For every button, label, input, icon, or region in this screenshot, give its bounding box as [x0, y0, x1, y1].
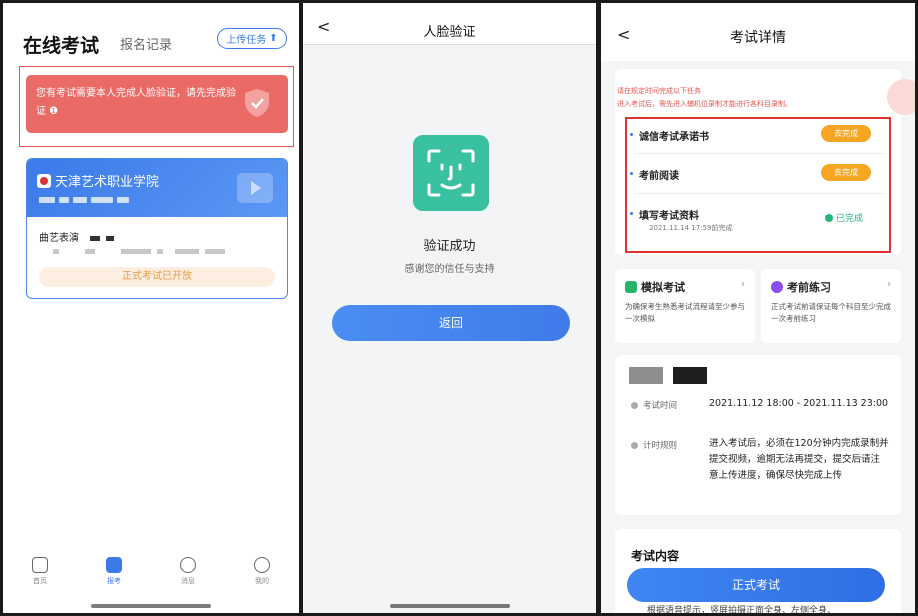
- tab-registration-records[interactable]: 报名记录: [120, 34, 172, 53]
- tab-profile-label: 我的: [255, 577, 269, 585]
- profile-icon: [254, 557, 270, 573]
- shield-icon: [245, 89, 269, 117]
- task-notice: 请在规定时间完成以下任务 进入考试后，需先进入辅机位录制才能进行各科目录制。: [617, 85, 792, 111]
- mock-exam-desc: 为确保考生熟悉考试流程请至少参与一次模拟: [625, 302, 745, 323]
- home-icon: [32, 557, 48, 573]
- thank-you-text: 感谢您的信任与支持: [404, 264, 495, 275]
- success-text: 验证成功: [423, 239, 476, 254]
- return-button[interactable]: 返回: [332, 305, 570, 341]
- timing-rule-value: 进入考试后，必须在120分钟内完成录制并提交视频，逾期无法再提交，提交后请注意上…: [709, 438, 889, 481]
- info-icon: [631, 441, 638, 449]
- exam-info-card: 考试时间 2021.11.12 18:00 - 2021.11.13 23:00…: [615, 355, 901, 515]
- play-icon: [237, 173, 273, 203]
- exam-detail-screen: < 考试详情 请在规定时间完成以下任务 进入考试后，需先进入辅机位录制才能进行各…: [601, 3, 915, 613]
- upload-task-label: 上传任务: [226, 35, 267, 46]
- home-indicator: [91, 604, 211, 608]
- start-exam-button[interactable]: 正式考试: [627, 568, 885, 602]
- upload-task-button[interactable]: 上传任务 ⬆: [217, 28, 287, 49]
- tab-profile[interactable]: 我的: [242, 557, 282, 599]
- face-verify-alert[interactable]: 您有考试需要本人完成人脸验证，请先完成验证 ❶: [26, 75, 288, 133]
- instruction-text: 根据语音提示，竖屏拍摄正面全身、左侧全身、: [647, 606, 837, 613]
- practice-icon: [771, 281, 783, 293]
- header: < 人脸验证: [303, 3, 596, 45]
- tab-home[interactable]: 首页: [20, 557, 60, 599]
- timing-rule-label: 计时规则: [631, 439, 677, 451]
- message-icon: [180, 557, 196, 573]
- clock-icon: [631, 401, 638, 409]
- tab-messages-label: 消息: [181, 577, 195, 585]
- page-title: 考试详情: [730, 30, 786, 46]
- tab-home-label: 首页: [33, 577, 47, 585]
- redacted-info: [39, 197, 129, 203]
- highlight-box: [625, 117, 891, 253]
- card-header: 天津艺术职业学院: [27, 159, 287, 217]
- upload-icon: ⬆: [269, 33, 278, 44]
- exam-time-label: 考试时间: [631, 399, 677, 411]
- school-row: 天津艺术职业学院: [37, 171, 159, 190]
- practice-title: 考前练习: [771, 279, 831, 295]
- alert-text: 您有考试需要本人完成人脸验证，请先完成验证 ❶: [36, 88, 236, 117]
- apply-icon: [106, 557, 122, 573]
- mock-exam-card[interactable]: 模拟考试 › 为确保考生熟悉考试流程请至少参与一次模拟: [615, 269, 755, 343]
- school-logo-icon: [37, 173, 51, 188]
- practice-card[interactable]: 考前练习 › 正式考试前请保证每个科目至少完成一次考前练习: [761, 269, 901, 343]
- home-indicator: [389, 604, 510, 608]
- mock-exam-title: 模拟考试: [625, 279, 685, 295]
- chevron-right-icon: ›: [741, 279, 745, 290]
- redacted-title: [629, 367, 707, 384]
- notice-line-2: 进入考试后，需先进入辅机位录制才能进行各科目录制。: [617, 100, 792, 108]
- exam-home-screen: 在线考试 报名记录 上传任务 ⬆ 您有考试需要本人完成人脸验证，请先完成验证 ❶…: [3, 3, 299, 613]
- mock-exam-icon: [625, 281, 637, 293]
- redacted-details: [39, 249, 225, 254]
- face-verify-screen: < 人脸验证 验证成功 感谢您的信任与支持 返回: [303, 3, 596, 613]
- exam-time-value: 2021.11.12 18:00 - 2021.11.13 23:00: [709, 398, 889, 409]
- exam-card[interactable]: 天津艺术职业学院 曲艺表演 正式考试已开放: [26, 158, 288, 299]
- page-title: 在线考试: [23, 35, 100, 57]
- school-name: 天津艺术职业学院: [55, 175, 160, 190]
- practice-desc: 正式考试前请保证每个科目至少完成一次考前练习: [771, 302, 891, 323]
- tab-apply-label: 报考: [107, 577, 121, 585]
- page-title: 人脸验证: [423, 25, 476, 40]
- face-recognition-icon: [413, 135, 489, 211]
- content-title: 考试内容: [631, 549, 680, 563]
- status-badge: 正式考试已开放: [39, 267, 275, 287]
- tab-apply[interactable]: 报考: [94, 557, 134, 599]
- header: < 考试详情: [601, 3, 915, 61]
- bottom-tab-bar: 首页 报考 消息 我的: [3, 557, 299, 599]
- chevron-right-icon: ›: [887, 279, 891, 290]
- notice-line-1: 请在规定时间完成以下任务: [617, 87, 701, 95]
- decoration: [887, 79, 915, 115]
- major-name: 曲艺表演: [39, 229, 115, 244]
- tab-messages[interactable]: 消息: [168, 557, 208, 599]
